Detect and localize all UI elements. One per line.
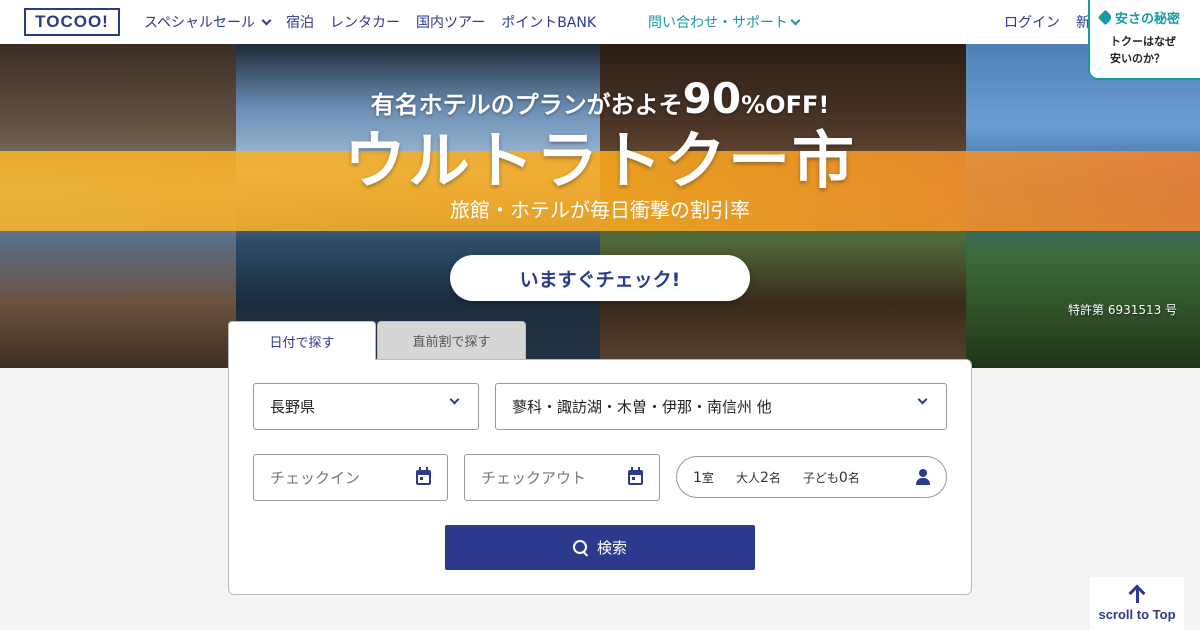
- chevron-down-icon: [790, 15, 801, 25]
- hero-description: 旅館・ホテルが毎日衝撃の割引率: [450, 198, 750, 222]
- login-link[interactable]: ログイン: [1004, 12, 1060, 32]
- header: TOCOO! スペシャルセール 宿泊 レンタカー 国内ツアー ポイントBANK …: [0, 0, 1200, 44]
- checkout-placeholder: チェックアウト: [481, 469, 587, 487]
- tab-last-minute[interactable]: 直前割で探す: [377, 321, 526, 359]
- nav-item-label: ポイントBANK: [501, 15, 597, 31]
- secret-subtitle: トクーはなぜ 安いのか？: [1100, 33, 1192, 67]
- main-nav: スペシャルセール 宿泊 レンタカー 国内ツアー ポイントBANK: [144, 0, 596, 44]
- secret-title: 安さの秘密: [1097, 8, 1192, 27]
- person-icon: [916, 469, 930, 485]
- area-select[interactable]: 蓼科・諏訪湖・木曽・伊那・南信州 他: [495, 383, 947, 430]
- checkin-field[interactable]: チェックイン: [253, 454, 448, 501]
- chevron-down-icon: [261, 15, 272, 25]
- nav-item-point-bank[interactable]: ポイントBANK: [501, 12, 596, 32]
- scroll-to-top-button[interactable]: scroll to Top: [1090, 577, 1184, 630]
- secret-line: トクーはなぜ: [1110, 35, 1176, 48]
- support-label: 問い合わせ・サポート: [648, 15, 788, 31]
- support-menu[interactable]: 問い合わせ・サポート: [648, 0, 801, 44]
- search-button[interactable]: 検索: [445, 525, 755, 570]
- search-button-label: 検索: [596, 539, 627, 557]
- search-icon: [572, 539, 589, 556]
- scroll-to-top-label: scroll to Top: [1098, 607, 1176, 622]
- secret-title-label: 安さの秘密: [1115, 12, 1181, 27]
- nav-item-rental-car[interactable]: レンタカー: [330, 12, 400, 32]
- children-count: 子ども0名: [802, 469, 860, 486]
- adults-count: 大人2名: [735, 469, 781, 486]
- rooms-count: 1室: [693, 469, 714, 486]
- guests-selector[interactable]: 1室 大人2名 子ども0名: [676, 456, 947, 498]
- arrow-up-icon: [1129, 585, 1145, 603]
- checkin-placeholder: チェックイン: [270, 469, 361, 487]
- check-now-button[interactable]: いますぐチェック!: [450, 255, 750, 301]
- calendar-icon: [628, 467, 643, 485]
- prefecture-select[interactable]: 長野県: [253, 383, 479, 430]
- nav-item-label: レンタカー: [330, 15, 401, 31]
- patent-notice: 特許第 6931513 号: [1068, 303, 1178, 317]
- area-value: 蓼科・諏訪湖・木曽・伊那・南信州 他: [512, 398, 772, 416]
- cheap-secret-badge[interactable]: 安さの秘密 トクーはなぜ 安いのか？: [1088, 0, 1200, 80]
- logo[interactable]: TOCOO!: [24, 8, 120, 36]
- calendar-icon: [416, 467, 431, 485]
- secret-line: 安いのか？: [1110, 52, 1165, 65]
- chevron-down-icon: [917, 394, 928, 405]
- tag-icon: [1097, 9, 1114, 26]
- prefecture-value: 長野県: [270, 398, 316, 416]
- nav-item-stay[interactable]: 宿泊: [286, 12, 314, 32]
- nav-item-label: スペシャルセール: [144, 15, 256, 31]
- hero-banner: 有名ホテルのプランがおよそ90%OFF! ウルトラトクー市 旅館・ホテルが毎日衝…: [0, 44, 1200, 368]
- nav-item-domestic-tour[interactable]: 国内ツアー: [416, 12, 485, 32]
- chevron-down-icon: [449, 394, 460, 405]
- hero-title: ウルトラトクー市: [343, 124, 856, 197]
- nav-item-special-sale[interactable]: スペシャルセール: [144, 12, 272, 32]
- nav-item-label: 宿泊: [286, 15, 315, 31]
- tab-search-by-date[interactable]: 日付で探す: [228, 321, 376, 360]
- checkout-field[interactable]: チェックアウト: [464, 454, 660, 501]
- nav-item-label: 国内ツアー: [416, 15, 486, 31]
